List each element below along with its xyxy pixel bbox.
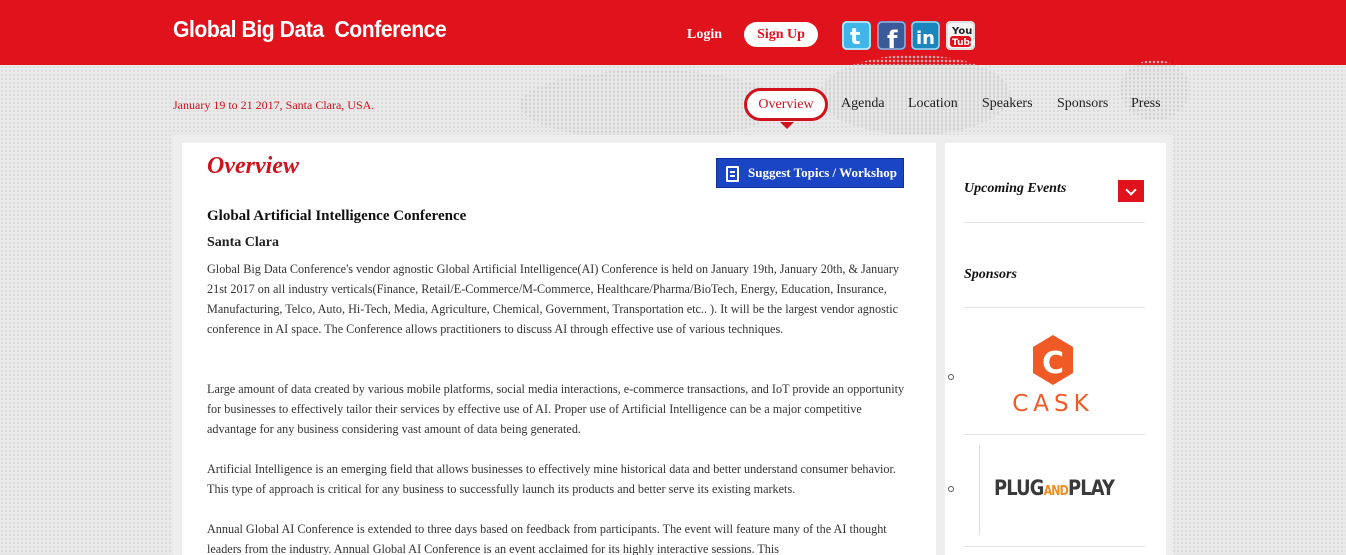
- svg-text:in: in: [916, 28, 935, 49]
- conference-city: Santa Clara: [207, 235, 279, 250]
- svg-text:Tube: Tube: [952, 38, 975, 48]
- suggest-topics-button[interactable]: Suggest Topics / Workshop: [716, 158, 904, 188]
- map-decoration: [820, 55, 1010, 135]
- youtube-icon[interactable]: You Tube: [946, 21, 975, 50]
- login-link[interactable]: Login: [687, 27, 722, 43]
- svg-text:You: You: [951, 26, 972, 37]
- main-content: Overview Suggest Topics / Workshop Globa…: [182, 143, 936, 555]
- header-bar: Global Big Data Conference Login Sign Up…: [0, 0, 1346, 65]
- cask-logo-icon: C: [1033, 335, 1073, 385]
- twitter-icon[interactable]: t: [842, 21, 871, 50]
- svg-text:C: C: [1042, 346, 1064, 381]
- nav-sponsors[interactable]: Sponsors: [1057, 96, 1108, 112]
- sidebar-divider: [964, 434, 1145, 435]
- nav-speakers[interactable]: Speakers: [982, 96, 1033, 112]
- nav-location[interactable]: Location: [908, 96, 958, 112]
- facebook-icon[interactable]: f: [877, 21, 906, 50]
- linkedin-icon[interactable]: in: [911, 21, 940, 50]
- overview-paragraph: Artificial Intelligence is an emerging f…: [207, 462, 896, 496]
- list-bullet: [948, 374, 954, 380]
- list-bullet: [948, 486, 954, 492]
- svg-text:t: t: [850, 25, 861, 50]
- upcoming-events-toggle[interactable]: [1118, 180, 1144, 202]
- signup-button[interactable]: Sign Up: [744, 22, 818, 47]
- sponsor-name: PLUGANDPLAY: [994, 476, 1115, 500]
- event-date-location: January 19 to 21 2017, Santa Clara, USA.: [173, 98, 375, 112]
- sponsor-logo-cask[interactable]: C CASK: [1001, 333, 1105, 423]
- sidebar-divider: [964, 307, 1145, 308]
- page-title: Overview: [207, 153, 299, 179]
- sidebar: Upcoming Events Sponsors C CASK PLUGANDP…: [945, 143, 1166, 555]
- sidebar-divider: [964, 222, 1145, 223]
- map-decoration: [520, 70, 780, 140]
- document-icon: [726, 166, 739, 182]
- nav-overview[interactable]: Overview: [744, 88, 828, 121]
- nav-agenda[interactable]: Agenda: [841, 96, 885, 112]
- conference-title: Global Artificial Intelligence Conferenc…: [207, 208, 467, 224]
- overview-paragraph: Annual Global AI Conference is extended …: [207, 522, 887, 555]
- sponsors-heading: Sponsors: [964, 267, 1017, 282]
- nav-active-caret: [780, 122, 794, 129]
- nav-press[interactable]: Press: [1131, 96, 1161, 112]
- upcoming-events-heading: Upcoming Events: [964, 181, 1067, 196]
- sidebar-divider: [964, 546, 1145, 547]
- site-logo-text[interactable]: Global Big Data Conference: [173, 16, 447, 43]
- sponsor-logo-plugandplay[interactable]: PLUGANDPLAY: [979, 445, 1129, 535]
- sponsor-name: CASK: [1012, 391, 1094, 417]
- suggest-topics-label: Suggest Topics / Workshop: [748, 165, 897, 180]
- overview-paragraph: Global Big Data Conference's vendor agno…: [207, 262, 899, 336]
- overview-paragraph: Large amount of data created by various …: [207, 382, 905, 436]
- svg-text:f: f: [887, 26, 898, 50]
